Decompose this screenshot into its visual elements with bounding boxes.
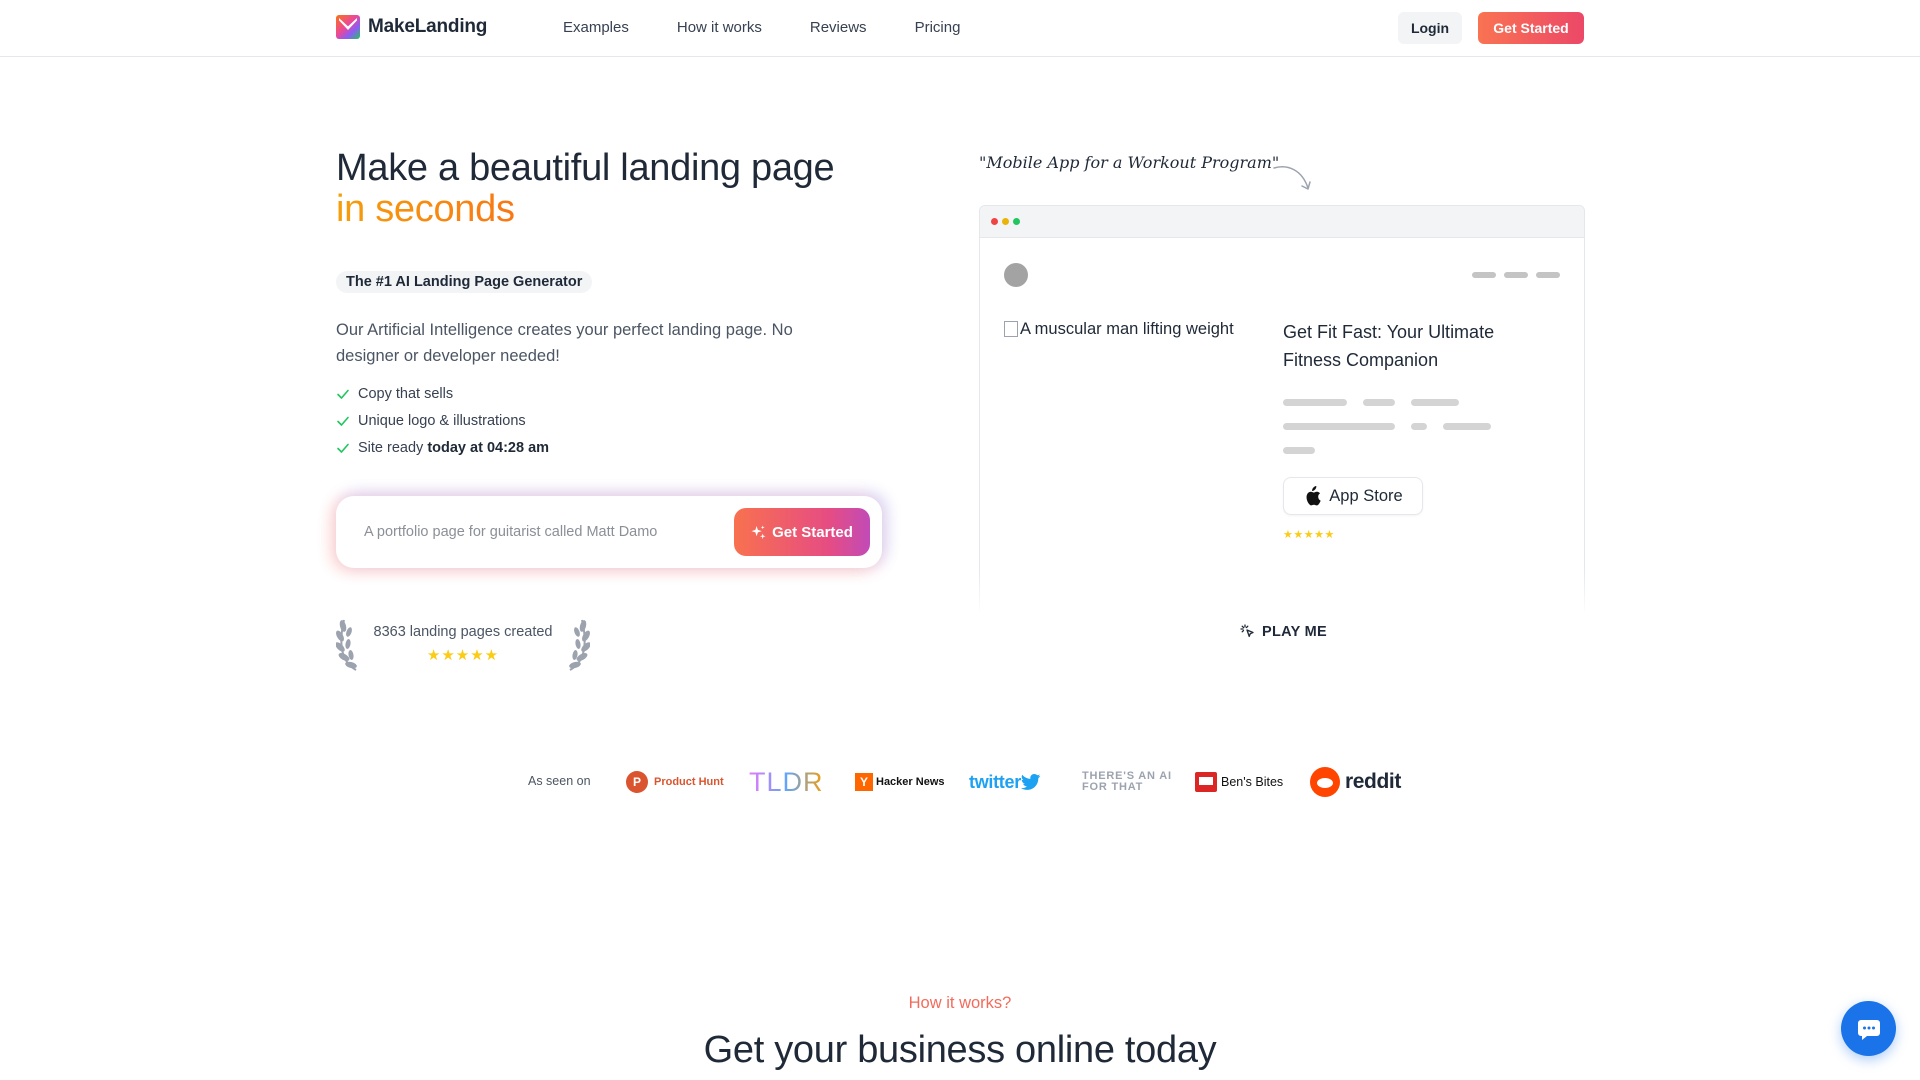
press-logo-theres-an-ai-for-that[interactable]: THERE'S AN AI FOR THAT (1082, 764, 1172, 800)
as-seen-on-label: As seen on (528, 774, 591, 788)
product-hunt-icon: P (626, 771, 648, 793)
section-title: Get your business online today (703, 1029, 1217, 1071)
press-logo-bens-bites[interactable]: Ben's Bites (1195, 764, 1283, 800)
pages-created-count: 8363 landing pages created (373, 624, 553, 640)
press-logo-reddit[interactable]: reddit (1310, 764, 1401, 800)
hero-title-accent: in seconds (336, 189, 834, 230)
play-me-button[interactable]: PLAY ME (1240, 624, 1327, 640)
login-button[interactable]: Login (1398, 12, 1462, 44)
app-store-button[interactable]: App Store (1283, 477, 1423, 515)
brand-logo[interactable]: MakeLanding (336, 15, 487, 39)
pages-created-award: 8363 landing pages created ★★★★★ (336, 614, 590, 672)
section-eyebrow: How it works? (908, 994, 1012, 1012)
feature-label: Copy that sells (358, 385, 454, 402)
site-hero-image: A muscular man lifting weight (1004, 320, 1244, 580)
nav-link-examples[interactable]: Examples (563, 19, 629, 36)
feature-item: Site ready today at 04:28 am (336, 434, 549, 461)
bens-bites-icon (1195, 772, 1217, 792)
chat-widget-button[interactable] (1841, 1001, 1896, 1056)
brand-name: MakeLanding (368, 16, 488, 37)
press-logo-product-hunt[interactable]: P Product Hunt (626, 764, 724, 800)
hero-title-line1: Make a beautiful landing page (336, 147, 835, 189)
preview-prompt-note: "Mobile App for a Workout Program" (979, 153, 1280, 172)
preview-fade (960, 570, 1604, 616)
nav-get-started-button[interactable]: Get Started (1478, 12, 1584, 44)
prompt-input[interactable] (364, 514, 704, 550)
nav-links: Examples How it works Reviews Pricing (563, 19, 960, 36)
check-icon (337, 416, 349, 426)
feature-item: Unique logo & illustrations (336, 407, 549, 434)
feature-label: Unique logo & illustrations (358, 412, 526, 429)
top-nav: MakeLanding Examples How it works Review… (0, 0, 1920, 57)
hero-cta-label: Get Started (772, 523, 853, 541)
preview-browser-window: A muscular man lifting weight Get Fit Fa… (979, 205, 1585, 611)
hero-title: Make a beautiful landing page in seconds (336, 147, 835, 230)
site-hero-image-alt: A muscular man lifting weight (1020, 320, 1234, 338)
rating-stars: ★★★★★ (426, 647, 500, 664)
feature-item: Copy that sells (336, 380, 549, 407)
curved-arrow-icon (1273, 166, 1311, 190)
play-me-label: PLAY ME (1262, 624, 1327, 640)
window-close-dot (991, 218, 998, 225)
press-logo-twitter[interactable]: twitter (969, 764, 1041, 800)
browser-titlebar (980, 206, 1584, 238)
app-store-label: App Store (1329, 486, 1403, 505)
check-icon (337, 443, 349, 453)
feature-prefix: Site ready (358, 439, 428, 456)
hero-description: Our Artificial Intelligence creates your… (336, 321, 793, 365)
feature-list: Copy that sells Unique logo & illustrati… (336, 380, 549, 461)
prompt-box: Get Started (336, 496, 882, 568)
window-maximize-dot (1013, 218, 1020, 225)
site-title: Get Fit Fast: Your Ultimate Fitness Comp… (1283, 322, 1495, 370)
sparkles-icon (751, 524, 766, 539)
twitter-bird-icon (1020, 774, 1041, 790)
press-logo-tldr[interactable]: TLDR (749, 764, 824, 800)
site-logo-placeholder (1004, 263, 1028, 287)
laurel-right-icon (569, 619, 590, 671)
nav-link-reviews[interactable]: Reviews (810, 19, 867, 36)
hacker-news-icon: Y (855, 773, 873, 791)
site-menu-placeholder (1472, 272, 1560, 278)
apple-icon (1306, 486, 1321, 506)
press-logo-hacker-news[interactable]: Y Hacker News (855, 764, 945, 800)
nav-link-pricing[interactable]: Pricing (915, 19, 961, 36)
feature-label: Site ready today at 04:28 am (358, 440, 549, 456)
nav-link-how-it-works[interactable]: How it works (677, 19, 762, 36)
reddit-icon (1310, 767, 1340, 797)
broken-image-icon (1004, 321, 1018, 337)
cursor-click-icon (1240, 624, 1254, 638)
window-minimize-dot (1002, 218, 1009, 225)
check-icon (337, 389, 349, 399)
chat-bubble-icon (1857, 1019, 1880, 1040)
site-rating-stars: ★★★★★ (1283, 529, 1335, 541)
hero-get-started-button[interactable]: Get Started (734, 508, 870, 556)
hero-badge: The #1 AI Landing Page Generator (336, 271, 593, 293)
logo-icon (336, 15, 360, 39)
ready-time: today at 04:28 am (427, 439, 550, 456)
